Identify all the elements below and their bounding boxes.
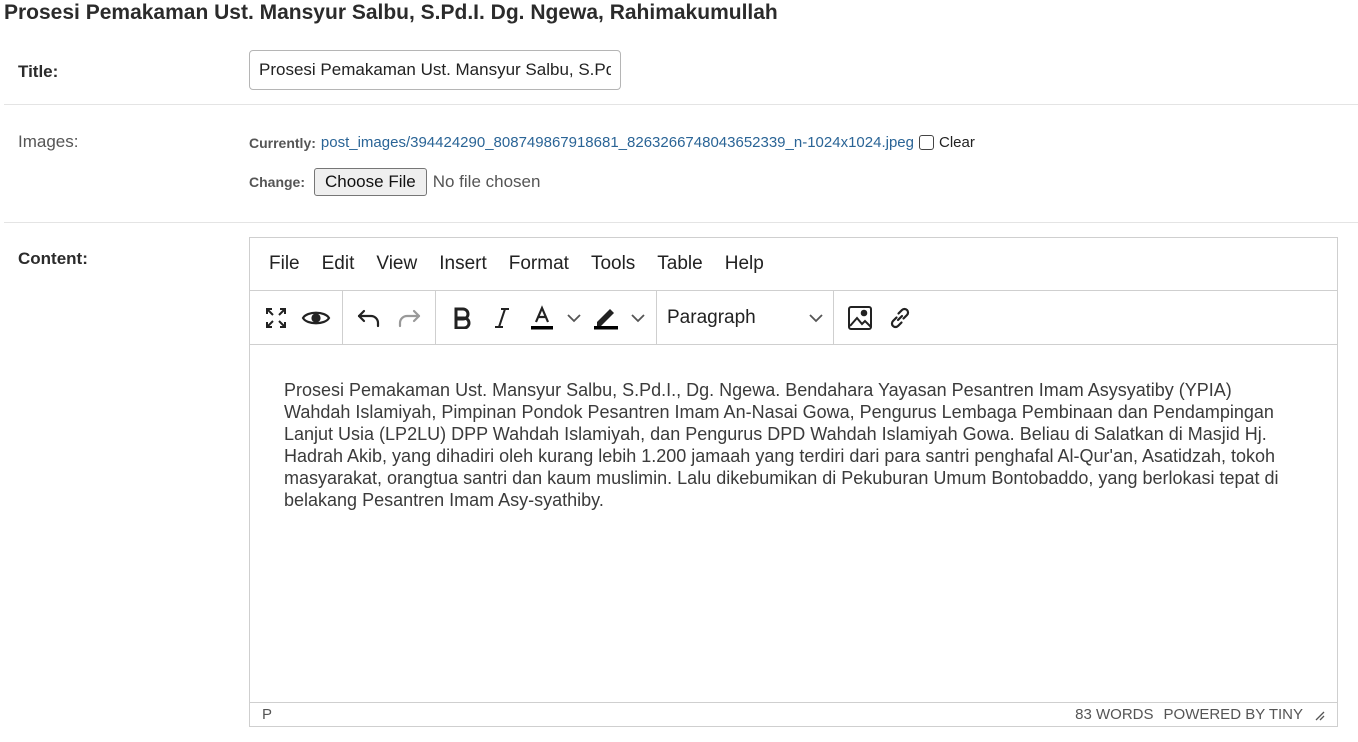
menu-edit[interactable]: Edit bbox=[311, 253, 366, 275]
change-label: Change: bbox=[249, 174, 305, 190]
no-file-text: No file chosen bbox=[432, 172, 541, 191]
italic-icon[interactable] bbox=[482, 298, 522, 338]
powered-by-link[interactable]: POWERED BY TINY bbox=[1164, 706, 1303, 723]
title-row: Title: bbox=[4, 40, 1358, 105]
element-path[interactable]: P bbox=[262, 706, 272, 723]
choose-file-button[interactable]: Choose File bbox=[314, 168, 427, 196]
bold-icon[interactable] bbox=[442, 298, 482, 338]
redo-icon[interactable] bbox=[389, 298, 429, 338]
resize-handle-icon[interactable] bbox=[1313, 709, 1325, 721]
menu-insert[interactable]: Insert bbox=[428, 253, 498, 275]
block-format-value: Paragraph bbox=[667, 306, 756, 328]
menu-file[interactable]: File bbox=[258, 253, 311, 275]
chevron-down-icon[interactable] bbox=[562, 298, 586, 338]
menu-tools[interactable]: Tools bbox=[580, 253, 646, 275]
preview-icon[interactable] bbox=[296, 298, 336, 338]
images-row: Images: Currently: post_images/394424290… bbox=[4, 105, 1358, 223]
formatting-group bbox=[436, 291, 657, 344]
undo-icon[interactable] bbox=[349, 298, 389, 338]
editor-menubar: File Edit View Insert Format Tools Table… bbox=[250, 238, 1337, 291]
images-label: Images: bbox=[18, 132, 79, 151]
rich-text-editor: File Edit View Insert Format Tools Table… bbox=[249, 237, 1338, 727]
editor-toolbar: Paragraph bbox=[250, 291, 1337, 345]
word-count[interactable]: 83 WORDS bbox=[1075, 706, 1153, 723]
menu-help[interactable]: Help bbox=[714, 253, 775, 275]
text-color-icon[interactable] bbox=[522, 298, 562, 338]
title-input[interactable] bbox=[249, 50, 621, 90]
history-group bbox=[343, 291, 436, 344]
currently-line: Currently: post_images/394424290_8087498… bbox=[249, 134, 975, 151]
content-label: Content: bbox=[18, 249, 88, 268]
editor-body[interactable]: Prosesi Pemakaman Ust. Mansyur Salbu, S.… bbox=[250, 345, 1337, 702]
chevron-down-icon[interactable] bbox=[626, 298, 650, 338]
text-color-picker[interactable] bbox=[522, 298, 586, 338]
content-row: Content: File Edit View Insert Format To… bbox=[4, 223, 1358, 742]
page-title: Prosesi Pemakaman Ust. Mansyur Salbu, S.… bbox=[4, 1, 778, 24]
currently-label: Currently: bbox=[249, 134, 316, 151]
menu-format[interactable]: Format bbox=[498, 253, 580, 275]
view-group bbox=[250, 291, 343, 344]
change-line: Change: Choose File No file chosen bbox=[249, 168, 540, 196]
link-icon[interactable] bbox=[880, 298, 920, 338]
editor-statusbar: P 83 WORDS POWERED BY TINY bbox=[250, 702, 1337, 726]
menu-view[interactable]: View bbox=[365, 253, 428, 275]
chevron-down-icon bbox=[809, 313, 823, 322]
clear-checkbox[interactable] bbox=[918, 135, 934, 150]
insert-group bbox=[834, 291, 926, 344]
block-group: Paragraph bbox=[657, 291, 834, 344]
image-icon[interactable] bbox=[840, 298, 880, 338]
highlight-picker[interactable] bbox=[586, 298, 650, 338]
title-label: Title: bbox=[18, 62, 59, 81]
content-paragraph[interactable]: Prosesi Pemakaman Ust. Mansyur Salbu, S.… bbox=[284, 379, 1297, 511]
menu-table[interactable]: Table bbox=[646, 253, 713, 275]
status-right: 83 WORDS POWERED BY TINY bbox=[1075, 706, 1325, 723]
current-image-link[interactable]: post_images/394424290_808749867918681_82… bbox=[321, 134, 914, 151]
block-format-select[interactable]: Paragraph bbox=[657, 307, 833, 329]
highlight-icon[interactable] bbox=[586, 298, 626, 338]
clear-label[interactable]: Clear bbox=[939, 134, 975, 151]
fullscreen-icon[interactable] bbox=[256, 298, 296, 338]
